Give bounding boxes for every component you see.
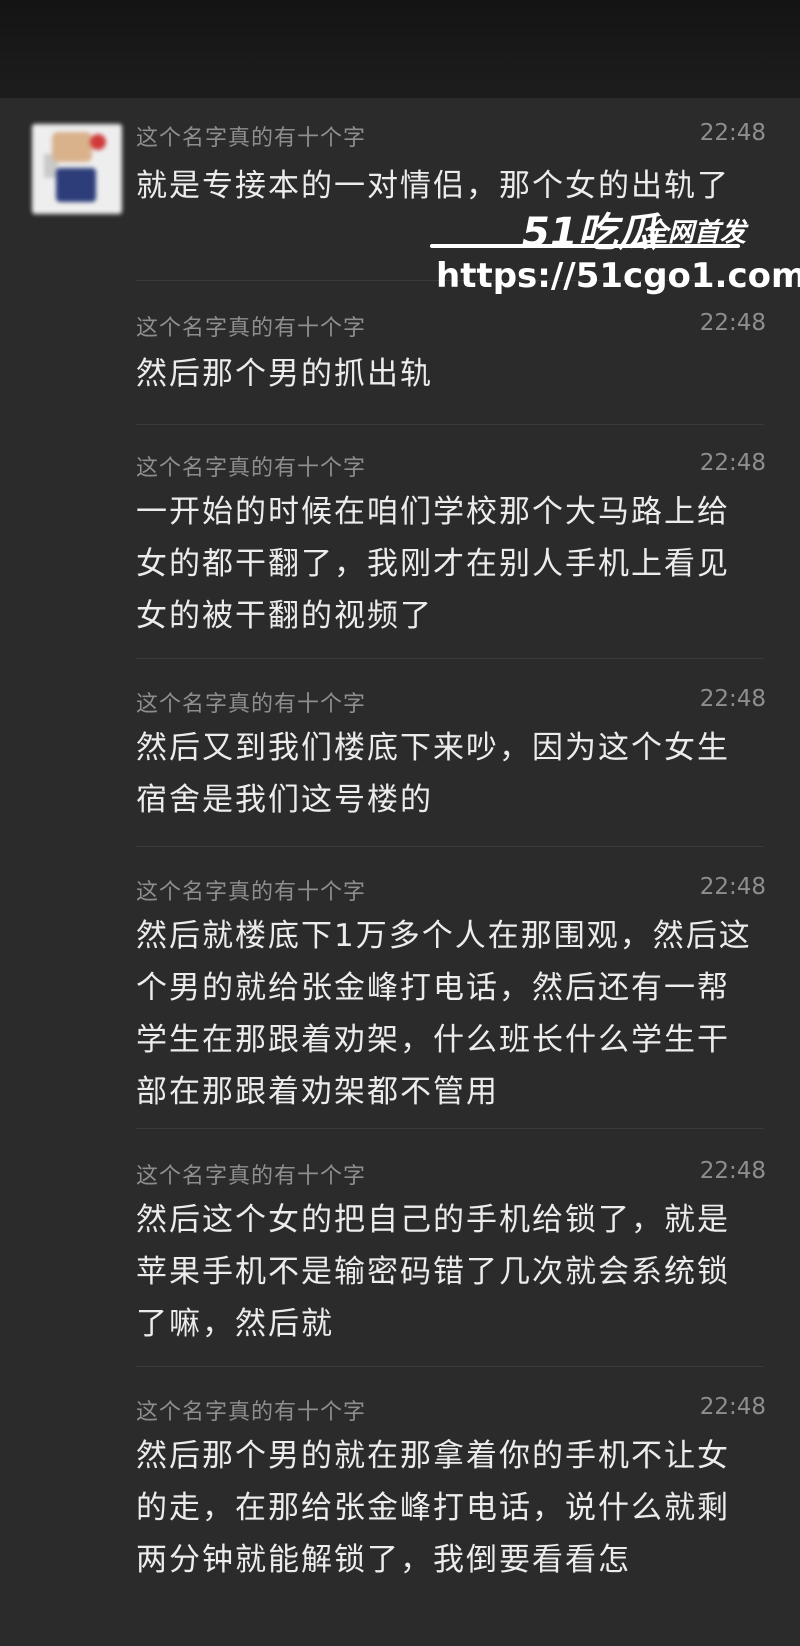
message-time: 22:48	[699, 310, 766, 336]
sender-name: 这个名字真的有十个字	[136, 1400, 367, 1425]
message-text: 然后这个女的把自己的手机给锁了，就是苹果手机不是输密码错了几次就会系统锁了嘛，然…	[136, 1202, 730, 1342]
avatar[interactable]	[32, 124, 122, 214]
message-time: 22:48	[699, 1394, 766, 1420]
message-text: 然后那个男的抓出轨	[136, 356, 433, 392]
sender-name: 这个名字真的有十个字	[136, 126, 367, 151]
top-bar	[0, 0, 800, 98]
watermark-url: https://51cgo1.com	[436, 256, 800, 296]
sender-name: 这个名字真的有十个字	[136, 316, 367, 341]
message-time: 22:48	[699, 686, 766, 712]
sender-name: 这个名字真的有十个字	[136, 880, 367, 905]
divider	[136, 658, 764, 659]
divider	[136, 424, 764, 425]
message-text: 然后又到我们楼底下来吵，因为这个女生宿舍是我们这号楼的	[136, 730, 730, 818]
message-time: 22:48	[699, 1158, 766, 1184]
message-text: 然后那个男的就在那拿着你的手机不让女的走，在那给张金峰打电话，说什么就剩两分钟就…	[136, 1438, 730, 1578]
watermark-line	[430, 244, 740, 248]
message-time: 22:48	[699, 450, 766, 476]
message-time: 22:48	[699, 120, 766, 146]
divider	[136, 846, 764, 847]
sender-name: 这个名字真的有十个字	[136, 1164, 367, 1189]
watermark-brand: 51吃瓜	[522, 210, 658, 256]
watermark: 51吃瓜 全网首发 https://51cgo1.com	[430, 200, 800, 310]
sender-name: 这个名字真的有十个字	[136, 692, 367, 717]
sender-name: 这个名字真的有十个字	[136, 456, 367, 481]
divider	[136, 1366, 764, 1367]
message-text: 一开始的时候在咱们学校那个大马路上给女的都干翻了，我刚才在别人手机上看见女的被干…	[136, 494, 730, 634]
divider	[136, 1128, 764, 1129]
message-time: 22:48	[699, 874, 766, 900]
message-text: 然后就楼底下1万多个人在那围观，然后这个男的就给张金峰打电话，然后还有一帮学生在…	[136, 918, 752, 1110]
